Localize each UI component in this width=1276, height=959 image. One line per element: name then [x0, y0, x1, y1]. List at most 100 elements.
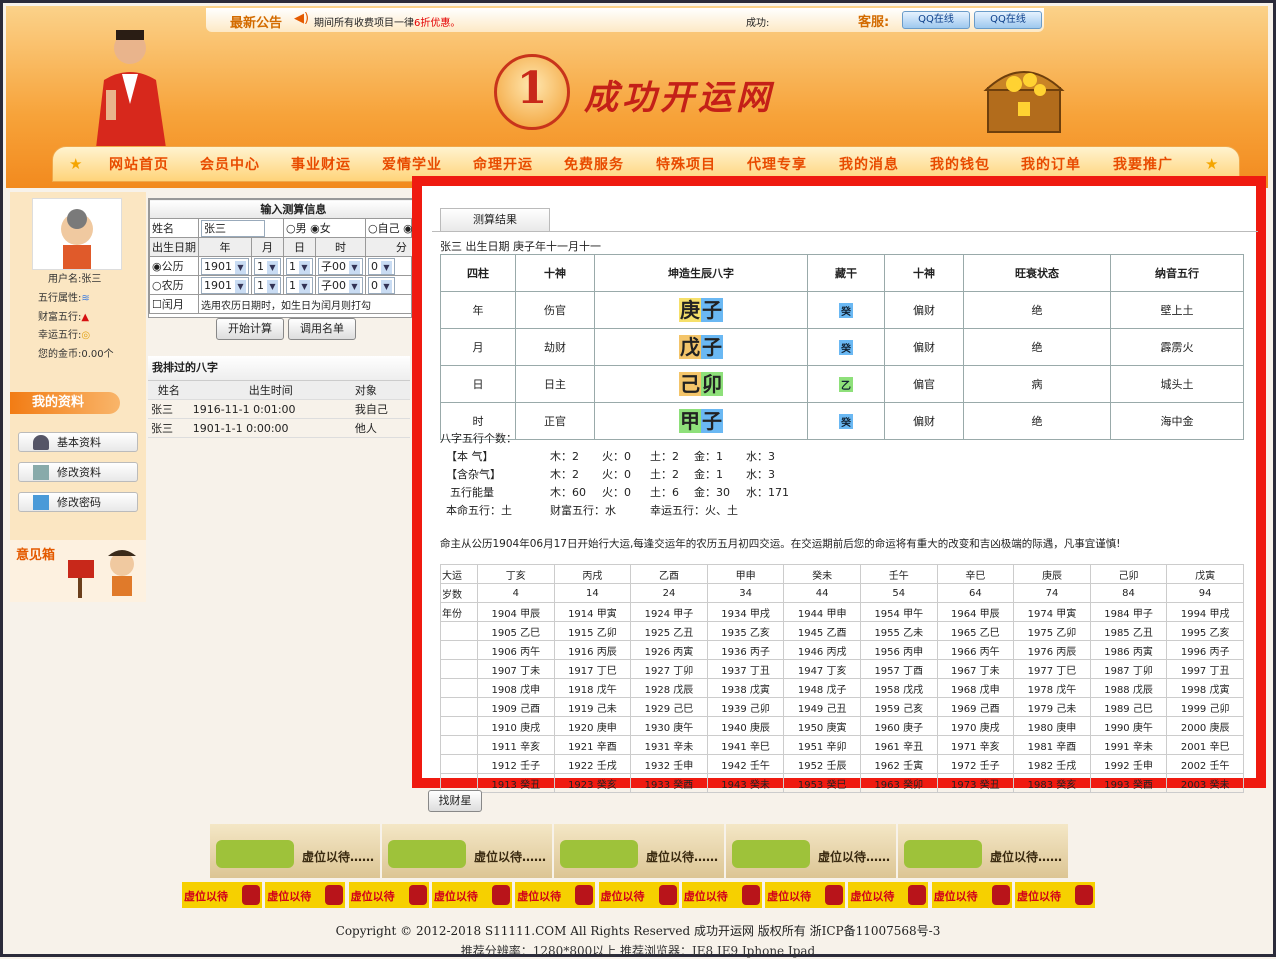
nav-career-wealth[interactable]: 事业财运 — [291, 154, 351, 174]
find-wealth-star-button[interactable]: 找财星 — [428, 790, 482, 812]
nav-member-center[interactable]: 会员中心 — [200, 154, 260, 174]
year-cell: 1990 庚午 — [1089, 716, 1168, 736]
year-cell: 1961 辛丑 — [859, 735, 938, 755]
hour-select-lunar[interactable]: 子00 ▼ — [315, 275, 366, 295]
year-cell: 1951 辛卯 — [783, 735, 861, 755]
ad-slot-small[interactable]: 虚位以待 — [598, 882, 679, 908]
ad-slot-small[interactable]: 虚位以待 — [515, 882, 596, 908]
year-cell: 1932 壬申 — [630, 754, 708, 774]
year-cell: 1904 甲辰 — [477, 602, 555, 622]
nav-free-service[interactable]: 免费服务 — [564, 154, 624, 174]
nav-special[interactable]: 特殊项目 — [656, 154, 716, 174]
ad-slot-small[interactable]: 虚位以待 — [348, 882, 429, 908]
nav-love-study[interactable]: 爱情学业 — [382, 154, 442, 174]
ad-slot-small[interactable]: 虚位以待 — [681, 882, 762, 908]
nav-home[interactable]: 网站首页 — [109, 154, 169, 174]
dayun-cell: 庚辰 — [1013, 564, 1091, 584]
bazi-row-year: 年伤官 庚子 癸 偏财绝壁上土 — [440, 291, 1244, 329]
table-row: 1907 丁未 1917 丁巳 1927 丁卯 1937 丁丑 1947 丁亥 1957 … — [440, 659, 1244, 679]
basic-info-button[interactable]: 基本资料 — [18, 432, 138, 452]
age-cell: 14 — [553, 583, 632, 603]
logo-emblem[interactable]: 1 — [494, 54, 570, 130]
year-cell: 1975 乙卯 — [1013, 621, 1091, 641]
name-input[interactable]: 张三 — [198, 218, 284, 238]
nav-agent[interactable]: 代理专享 — [747, 154, 807, 174]
gender-radio-group[interactable]: ○男 ◉女 — [283, 218, 366, 238]
month-select-lunar[interactable]: 1 ▼ — [251, 275, 284, 295]
year-cell: 1917 丁巳 — [553, 659, 632, 679]
nav-promote[interactable]: 我要推广 — [1113, 154, 1173, 174]
site-logo-text[interactable]: 成功开运网 — [584, 70, 774, 119]
year-cell: 1916 丙辰 — [553, 640, 632, 660]
ad-slot-small[interactable]: 虚位以待 — [765, 882, 846, 908]
edit-info-button[interactable]: 修改资料 — [18, 462, 138, 482]
table-row: 1911 辛亥 1921 辛酉 1931 辛未 1941 辛巳 1951 辛卯 1961 … — [440, 735, 1244, 755]
tab-result[interactable]: 测算结果 — [440, 208, 550, 231]
site-header: 最新公告 ◀) 期间所有收费项目一律6折优惠。 成功: 客服: QQ在线 QQ在… — [6, 6, 1268, 188]
table-row[interactable]: 张三 1916-11-1 0:01:00 我自己 — [148, 399, 410, 419]
day-select-lunar[interactable]: 1 ▼ — [283, 275, 316, 295]
year-cell: 1908 戊申 — [477, 678, 555, 698]
lunar-radio[interactable]: ○农历 — [149, 275, 199, 295]
feedback-box[interactable]: 意见箱 — [10, 540, 146, 602]
chair-image — [658, 885, 677, 905]
ad-slot-small[interactable]: 虚位以待 — [1015, 882, 1095, 908]
year-cell: 1979 己未 — [1013, 697, 1091, 717]
year-cell: 1994 甲戌 — [1166, 602, 1244, 622]
ad-slot-large[interactable]: 虚位以待…… — [210, 824, 380, 878]
notice-message[interactable]: 期间所有收费项目一律6折优惠。 — [314, 14, 460, 29]
start-calc-button[interactable]: 开始计算 — [216, 318, 284, 340]
year-cell: 1937 丁丑 — [706, 659, 785, 679]
year-cell: 1955 乙未 — [859, 621, 938, 641]
qq-online-button-1[interactable]: QQ在线 — [902, 11, 970, 29]
year-cell: 1995 乙亥 — [1166, 621, 1244, 641]
year-cell: 1969 己酉 — [936, 697, 1015, 717]
chair-image — [242, 885, 260, 905]
ad-slot-small[interactable]: 虚位以待 — [931, 882, 1012, 908]
year-cell: 1931 辛未 — [630, 735, 708, 755]
solar-radio[interactable]: ◉公历 — [149, 256, 199, 276]
load-roster-button[interactable]: 调用名单 — [288, 318, 356, 340]
year-cell: 1906 丙午 — [477, 640, 555, 660]
ad-slot-large[interactable]: 虚位以待…… — [382, 824, 552, 878]
ad-slot-large[interactable]: 虚位以待…… — [554, 824, 724, 878]
sofa-image — [560, 840, 638, 868]
year-cell: 2003 癸未 — [1166, 773, 1244, 793]
ad-slot-small[interactable]: 虚位以待 — [265, 882, 346, 908]
leap-month-checkbox[interactable]: ☐闰月 — [149, 294, 199, 314]
year-cell: 1909 己酉 — [477, 697, 555, 717]
ad-slot-small[interactable]: 虚位以待 — [848, 882, 929, 908]
year-cell: 1960 庚子 — [859, 716, 938, 736]
footer-copyright: Copyright © 2012-2018 S11111.COM All Rig… — [335, 924, 941, 938]
dayun-cell: 己卯 — [1089, 564, 1168, 584]
bazi-table: 四柱 十神 坤造生辰八字 藏干 十神 旺衰状态 纳音五行 年伤官 庚子 癸 偏财… — [440, 254, 1244, 440]
year-select-solar[interactable]: 1901 ▼ — [198, 256, 252, 276]
chair-image — [908, 885, 927, 905]
month-select-solar[interactable]: 1 ▼ — [251, 256, 284, 276]
year-select-lunar[interactable]: 1901 ▼ — [198, 275, 252, 295]
year-cell: 2000 庚辰 — [1166, 716, 1244, 736]
year-cell: 1952 壬辰 — [783, 754, 861, 774]
feedback-label: 意见箱 — [16, 548, 56, 563]
nav-messages[interactable]: 我的消息 — [839, 154, 899, 174]
ad-slot-small[interactable]: 虚位以待 — [431, 882, 512, 908]
day-select-solar[interactable]: 1 ▼ — [283, 256, 316, 276]
year-cell: 1973 癸丑 — [936, 773, 1015, 793]
ad-slot-small[interactable]: 虚位以待 — [182, 882, 262, 908]
table-row[interactable]: 张三 1901-1-1 0:00:00 他人 — [148, 418, 410, 438]
year-cell: 1945 乙酉 — [783, 621, 861, 641]
year-cell: 1954 甲午 — [859, 602, 938, 622]
hour-select-solar[interactable]: 子00 ▼ — [315, 256, 366, 276]
qq-online-button-2[interactable]: QQ在线 — [974, 11, 1042, 29]
ad-slot-large[interactable]: 虚位以待…… — [898, 824, 1068, 878]
dayun-cell: 乙酉 — [630, 564, 708, 584]
gan-char: 甲 — [679, 409, 701, 433]
nav-orders[interactable]: 我的订单 — [1021, 154, 1081, 174]
nav-wallet[interactable]: 我的钱包 — [930, 154, 990, 174]
ad-slot-large[interactable]: 虚位以待…… — [726, 824, 896, 878]
age-cell: 64 — [936, 583, 1015, 603]
year-cell: 1964 甲辰 — [936, 602, 1015, 622]
table-row: 1906 丙午 1916 丙辰 1926 丙寅 1936 丙子 1946 丙戌 1956 … — [440, 640, 1244, 660]
nav-fortune[interactable]: 命理开运 — [473, 154, 533, 174]
change-password-button[interactable]: 修改密码 — [18, 492, 138, 512]
